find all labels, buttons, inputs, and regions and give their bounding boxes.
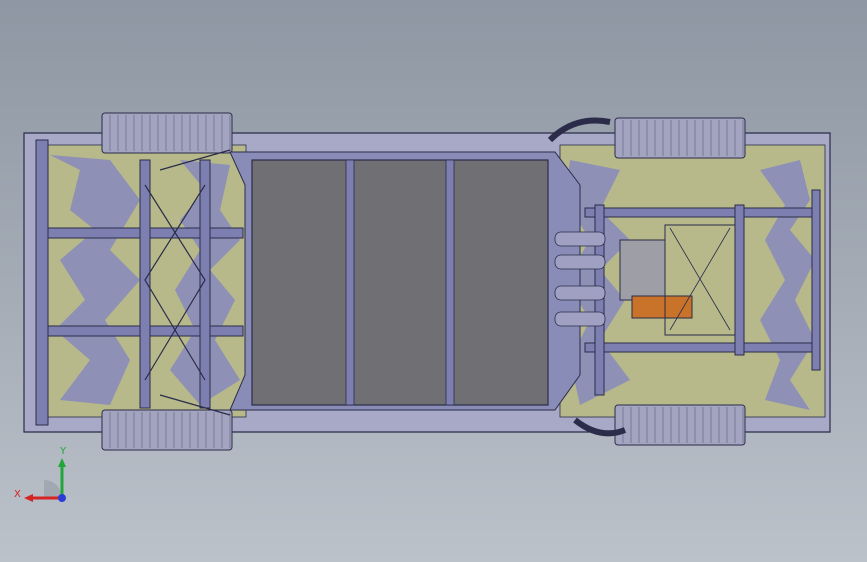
wheel-rear-left [614,117,746,159]
y-axis-label: Y [59,446,67,457]
wheel-rear-right [614,404,746,446]
floor-pan [251,159,549,406]
wheel-front-right [101,409,233,451]
wheel-front-left [101,112,233,154]
x-axis-label: X [14,489,21,500]
cad-viewport[interactable]: Y X [0,0,867,562]
chassis-model-top-view[interactable] [0,0,867,562]
coordinate-triad: Y X [14,446,67,502]
